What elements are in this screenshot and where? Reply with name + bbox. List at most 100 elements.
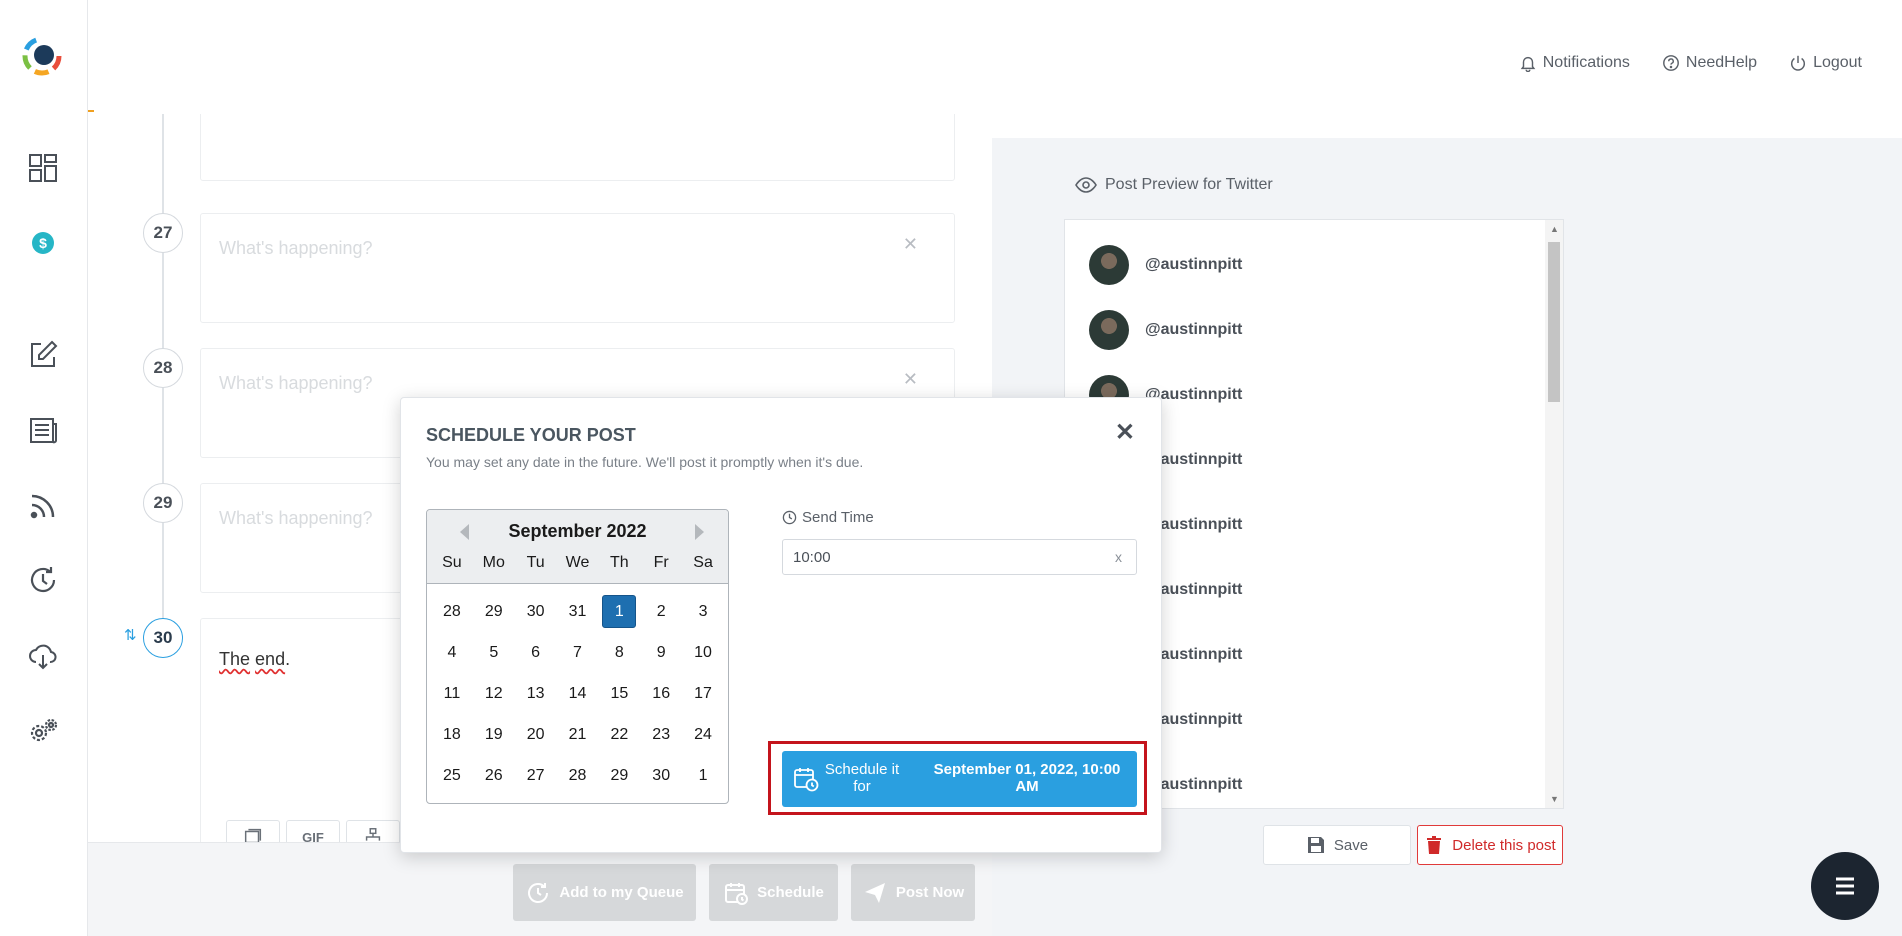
logout-link[interactable]: Logout [1789,54,1862,72]
app-logo[interactable] [22,36,62,76]
calendar-day[interactable]: 13 [515,676,557,711]
calendar-day-number: 15 [610,684,629,702]
menu-fab-button[interactable] [1811,852,1879,920]
calendar-day[interactable]: 24 [682,717,724,752]
send-time-input[interactable]: 10:00 x [782,539,1137,575]
calendar-clock-icon [725,882,749,905]
scroll-thumb[interactable] [1548,242,1560,402]
floppy-icon [1307,837,1324,853]
delete-post-button[interactable]: Delete this post [1417,825,1563,865]
articles-icon[interactable] [24,411,62,449]
calendar-day[interactable]: 9 [640,635,682,670]
calendar-day[interactable]: 16 [640,676,682,711]
scroll-up-icon[interactable]: ▲ [1550,224,1559,234]
calendar-day[interactable]: 8 [598,635,640,670]
tweet-text-word: The [219,649,251,669]
tweet-box-26[interactable] [200,114,955,181]
need-help-link[interactable]: NeedHelp [1662,54,1757,72]
calendar-day[interactable]: 31 [557,594,599,629]
calendar-day[interactable]: 18 [431,717,473,752]
calendar-day-number: 29 [484,602,503,620]
next-month-icon[interactable] [695,524,704,540]
bell-icon [1520,56,1536,72]
calendar-day-number: 13 [526,684,545,702]
cloud-download-icon[interactable] [24,637,62,675]
modal-subtitle: You may set any date in the future. We'l… [426,454,864,470]
hamburger-icon [1836,877,1854,895]
calendar-day-number: 19 [484,725,503,743]
calendar-day[interactable]: 4 [431,635,473,670]
preview-title-label: Post Preview for Twitter [1105,176,1273,193]
calendar-day[interactable]: 6 [515,635,557,670]
clear-time-button[interactable]: x [1115,549,1122,565]
calendar-day[interactable]: 30 [515,594,557,629]
calendar-day-number: 7 [573,643,582,661]
schedule-button[interactable]: Schedule [709,864,838,921]
save-button[interactable]: Save [1263,825,1411,865]
billing-icon[interactable]: $ [24,224,62,262]
calendar-day[interactable]: 25 [431,758,473,793]
schedule-modal: SCHEDULE YOUR POST You may set any date … [400,397,1162,853]
calendar-day-number: 1 [602,595,637,628]
confirm-schedule-button[interactable]: Schedule it for September 01, 2022, 10:0… [782,751,1137,807]
calendar-day[interactable]: 26 [473,758,515,793]
calendar-day-number: 27 [526,766,545,784]
add-to-queue-button[interactable]: Add to my Queue [513,864,696,921]
calendar-day[interactable]: 30 [640,758,682,793]
modal-title: SCHEDULE YOUR POST [426,425,636,445]
tweet-box-27[interactable]: What's happening? ✕ [200,213,955,323]
close-icon[interactable]: ✕ [1115,418,1135,447]
calendar-day[interactable]: 10 [682,635,724,670]
date-picker: September 2022 Su Mo Tu We Th Fr Sa 28 29… [426,509,729,804]
calendar-day[interactable]: 19 [473,717,515,752]
calendar-day-number: 30 [526,602,545,620]
calendar-day[interactable]: 27 [515,758,557,793]
calendar-day[interactable]: 3 [682,594,724,629]
preview-tweet: @austinnpitt [1089,310,1242,350]
settings-icon[interactable] [24,712,62,750]
calendar-day[interactable]: 12 [473,676,515,711]
calendar-day[interactable]: 20 [515,717,557,752]
calendar-day[interactable]: 14 [557,676,599,711]
scroll-down-icon[interactable]: ▼ [1550,794,1559,804]
calendar-day[interactable]: 2 [640,594,682,629]
calendar-day[interactable]: 21 [557,717,599,752]
preview-tweet: @austinnpitt [1089,245,1242,285]
need-help-label: NeedHelp [1685,54,1758,71]
notifications-link[interactable]: Notifications [1519,54,1630,72]
calendar-day-selected[interactable]: 1 [598,594,640,629]
calendar-day[interactable]: 11 [431,676,473,711]
calendar-day[interactable]: 7 [557,635,599,670]
weekday-header: Su Mo Tu We Th Fr Sa [431,554,724,572]
calendar-day[interactable]: 28 [557,758,599,793]
recycle-icon[interactable] [24,561,62,599]
preview-handle: @austinnpitt [1145,256,1243,273]
avatar [1089,245,1129,285]
calendar-day-number: 12 [484,684,503,702]
calendar-day[interactable]: 15 [598,676,640,711]
post-now-label: Post Now [895,884,965,901]
calendar-day[interactable]: 17 [682,676,724,711]
calendar-day[interactable]: 1 [682,758,724,793]
reorder-icon[interactable]: ⇅ [124,626,137,644]
remove-tweet-icon[interactable]: ✕ [903,369,918,390]
preview-scrollbar[interactable]: ▲ ▼ [1545,220,1563,808]
calendar-day-number: 6 [531,643,541,661]
calendar-day[interactable]: 22 [598,717,640,752]
calendar-day[interactable]: 29 [473,594,515,629]
post-now-button[interactable]: Post Now [851,864,975,921]
calendar-day-number: 28 [443,602,461,620]
calendar-day[interactable]: 23 [640,717,682,752]
calendar-day[interactable]: 5 [473,635,515,670]
rss-icon[interactable] [24,487,62,525]
compose-icon[interactable] [24,336,62,374]
weekday-label: We [565,554,590,571]
calendar-day[interactable]: 28 [431,594,473,629]
tweet-text[interactable]: The end. [219,649,290,670]
top-bar: Notifications NeedHelp Logout [88,0,1902,114]
send-icon [864,882,885,903]
calendar-day[interactable]: 29 [598,758,640,793]
remove-tweet-icon[interactable]: ✕ [903,234,918,255]
tweet-placeholder: What's happening? [219,238,373,258]
dashboard-icon[interactable] [24,149,62,187]
